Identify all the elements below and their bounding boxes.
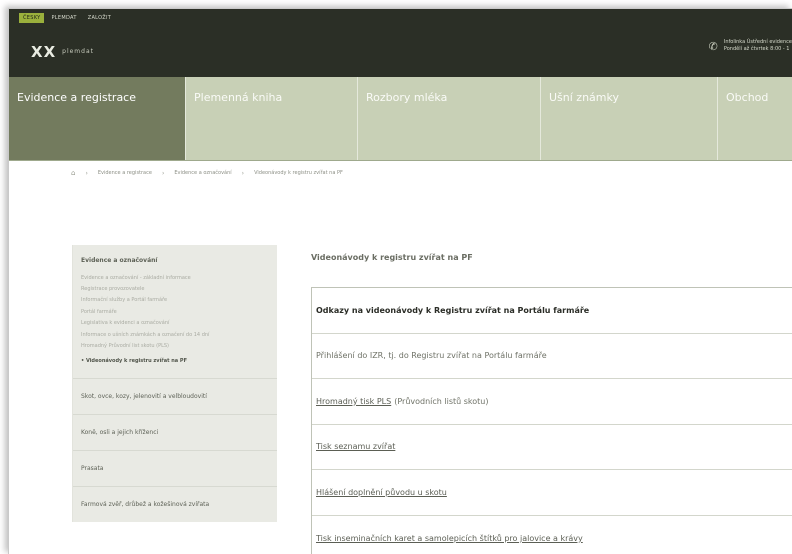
breadcrumb-item-3: Videonávody k registru zvířat na PF	[254, 170, 343, 176]
link-hlaseni-doplneni-puvodu[interactable]: Hlášení doplnění původu u skotu	[316, 488, 447, 497]
logo-mark: XX	[31, 43, 57, 61]
top-tab-plemdat[interactable]: PLEMDAT	[47, 13, 80, 23]
sidebar-nav: Evidence a označování Evidence a označov…	[72, 245, 277, 523]
sidebar-subitem[interactable]: Hromadný Průvodní list skotu (PLS)	[73, 340, 277, 351]
site-logo[interactable]: XX plemdat	[31, 43, 94, 61]
table-row: Tisk inseminačních karet a samolepicích …	[312, 516, 792, 554]
link-hromadny-tisk-pls[interactable]: Hromadný tisk PLS	[316, 397, 391, 406]
nav-tab-usni-znamky[interactable]: Ušní známky	[541, 77, 718, 160]
table-row: Hromadný tisk PLS (Průvodních listů skot…	[312, 379, 792, 425]
page-title: Videonávody k registru zvířat na PF	[311, 253, 473, 262]
home-icon[interactable]: ⌂	[71, 169, 75, 177]
contact-info: ✆ Infolinka Ústřední evidence Pondělí až…	[709, 39, 792, 53]
sidebar-group-kone[interactable]: Koně, osli a jejich kříženci	[73, 414, 277, 450]
nav-tab-rozbory-mleka[interactable]: Rozbory mléka	[358, 77, 541, 160]
main-navigation: Evidence a registrace Plemenná kniha Roz…	[9, 77, 792, 161]
sidebar-heading[interactable]: Evidence a označování	[73, 245, 277, 272]
nav-tab-obchod[interactable]: Obchod	[718, 77, 792, 160]
sidebar-group-prasata[interactable]: Prasata	[73, 450, 277, 486]
chevron-right-icon: ›	[161, 169, 165, 177]
sidebar-subitem[interactable]: Portál farmáře	[73, 306, 277, 317]
nav-tab-plemenna-kniha[interactable]: Plemenná kniha	[186, 77, 358, 160]
top-tab-cesky[interactable]: ČESKY	[19, 13, 45, 23]
link-tisk-seznamu-zvirat[interactable]: Tisk seznamu zvířat	[316, 442, 395, 451]
table-row-header: Odkazy na videonávody k Registru zvířat …	[312, 288, 792, 334]
table-row: Tisk seznamu zvířat	[312, 425, 792, 470]
video-links-table: Odkazy na videonávody k Registru zvířat …	[311, 287, 792, 554]
breadcrumb-item-2[interactable]: Evidence a označování	[174, 170, 231, 176]
browser-frame: ČESKY PLEMDAT ZALOŽIT XX plemdat ✆ Infol…	[8, 8, 792, 554]
sidebar-subitem[interactable]: Registrace provozovatele	[73, 283, 277, 294]
logo-tagline: plemdat	[62, 48, 94, 55]
sidebar-subitem[interactable]: Legislativa k evidenci a označování	[73, 318, 277, 329]
top-tab-zalozit[interactable]: ZALOŽIT	[84, 13, 115, 23]
table-row: Hlášení doplnění původu u skotu	[312, 470, 792, 516]
top-language-bar: ČESKY PLEMDAT ZALOŽIT	[9, 9, 792, 27]
table-row: Přihlášení do IZR, tj. do Registru zvířa…	[312, 334, 792, 379]
brand-header: XX plemdat ✆ Infolinka Ústřední evidence…	[9, 27, 792, 77]
contact-line-1: Infolinka Ústřední evidence	[723, 39, 792, 45]
link-suffix: (Průvodních listů skotu)	[394, 396, 489, 406]
chevron-right-icon: ›	[241, 169, 245, 177]
sidebar-subitem[interactable]: Informační služby a Portál farmáře	[73, 295, 277, 306]
contact-line-2: Pondělí až čtvrtek 8:00 - 1	[723, 46, 790, 52]
link-tisk-inseminacnich-karet[interactable]: Tisk inseminačních karet a samolepicích …	[316, 534, 583, 543]
breadcrumb: ⌂ › Evidence a registrace › Evidence a o…	[71, 169, 343, 177]
sidebar-group-skot[interactable]: Skot, ovce, kozy, jelenovití a velbloudo…	[73, 378, 277, 414]
sidebar-subitem-active[interactable]: Videonávody k registru zvířat na PF	[73, 352, 277, 367]
phone-icon: ✆	[708, 39, 718, 53]
sidebar-group-farmova-zver[interactable]: Farmová zvěř, drůbež a kožešinová zvířat…	[73, 486, 277, 522]
breadcrumb-item-1[interactable]: Evidence a registrace	[98, 170, 152, 176]
sidebar-subitem[interactable]: Evidence a označování - základní informa…	[73, 272, 277, 283]
sidebar-subitem[interactable]: Informace o ušních známkách a označení d…	[73, 329, 277, 340]
chevron-right-icon: ›	[85, 169, 88, 177]
nav-tab-evidence[interactable]: Evidence a registrace	[9, 77, 186, 160]
